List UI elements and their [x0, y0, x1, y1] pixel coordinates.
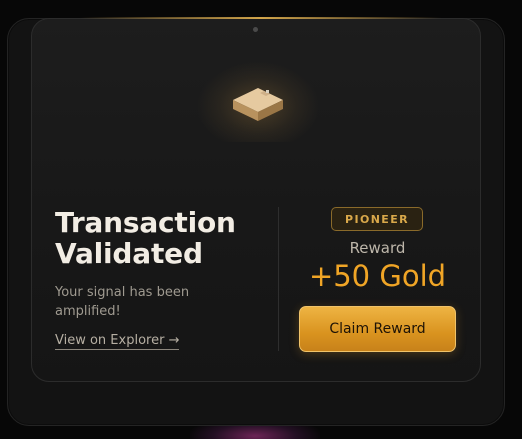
status-message: Your signal has been amplified! [55, 285, 190, 319]
reward-label: Reward [349, 239, 406, 257]
view-on-explorer-link[interactable]: View on Explorer → [55, 333, 180, 350]
top-indicator-dot [253, 27, 258, 32]
reward-amount: +50 Gold [308, 259, 447, 293]
vertical-divider [278, 207, 279, 351]
box-icon [233, 88, 283, 121]
claim-reward-button[interactable]: Claim Reward [299, 306, 456, 352]
page-title: Transaction Validated [55, 206, 236, 270]
top-accent-line [80, 17, 442, 19]
tier-badge: PIONEER [331, 207, 423, 231]
